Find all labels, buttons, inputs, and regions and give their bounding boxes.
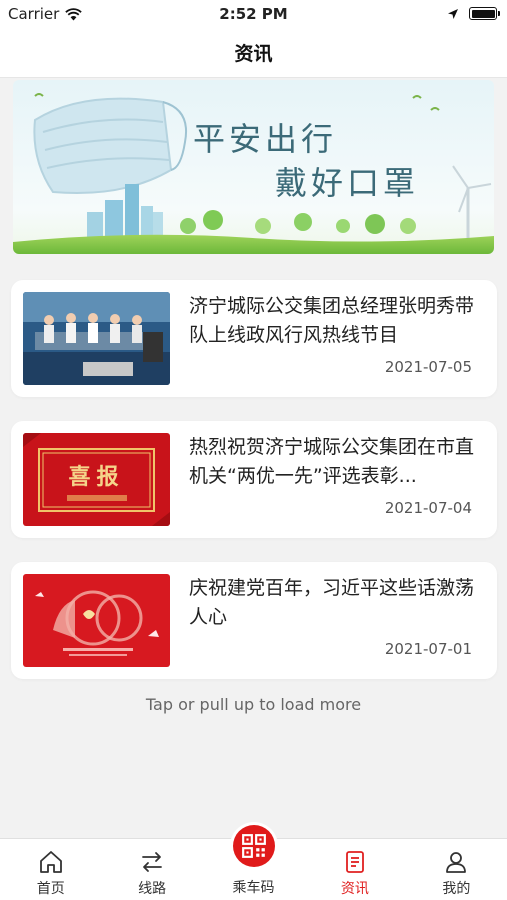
- news-title: 济宁城际公交集团总经理张明秀带队上线政风行风热线节目: [189, 295, 475, 346]
- tab-home[interactable]: 首页: [0, 839, 101, 900]
- clock: 2:52 PM: [219, 5, 288, 23]
- tab-label: 线路: [138, 881, 167, 897]
- load-more-hint[interactable]: Tap or pull up to load more: [0, 695, 507, 714]
- tab-profile[interactable]: 我的: [406, 839, 507, 900]
- news-card[interactable]: 济宁城际公交集团总经理张明秀带队上线政风行风热线节目 2021-07-05: [11, 280, 497, 397]
- news-card[interactable]: 庆祝建党百年，习近平这些话激荡人心 2021-07-01: [11, 562, 497, 679]
- qr-code-icon: [241, 834, 266, 858]
- tab-label: 首页: [36, 881, 65, 897]
- home-icon: [39, 851, 62, 873]
- news-thumbnail: [23, 292, 170, 385]
- tab-label: 资讯: [340, 881, 369, 897]
- news-title: 庆祝建党百年，习近平这些话激荡人心: [189, 577, 475, 628]
- news-card[interactable]: 喜报 热烈祝贺济宁城际公交集团在市直机关“两优一先”评选表彰... 2021-0…: [11, 421, 497, 538]
- tab-news[interactable]: 资讯: [304, 839, 405, 900]
- tab-label: 我的: [442, 881, 471, 897]
- tab-bar: 首页 线路 乘车码 资讯 我的: [0, 825, 507, 900]
- xibao-text: 喜报: [68, 464, 125, 490]
- qr-code-button[interactable]: [232, 825, 275, 867]
- tab-label: 乘车码: [232, 880, 275, 896]
- news-thumbnail: [23, 574, 170, 667]
- news-thumbnail: 喜报: [23, 433, 170, 526]
- route-icon: [142, 852, 163, 872]
- user-icon: [446, 852, 467, 873]
- news-icon: [346, 851, 364, 873]
- location-arrow-icon: [448, 8, 458, 19]
- status-bar: Carrier 2:52 PM: [0, 0, 507, 28]
- navigation-bar: 资讯: [0, 28, 507, 78]
- news-title: 热烈祝贺济宁城际公交集团在市直机关“两优一先”评选表彰...: [189, 436, 475, 487]
- page-title: 资讯: [234, 43, 273, 65]
- party-100-poster-image: [23, 574, 170, 667]
- news-date: 2021-07-01: [384, 640, 472, 658]
- studio-photo-image: [23, 292, 170, 385]
- news-date: 2021-07-04: [384, 499, 472, 517]
- news-date: 2021-07-05: [384, 358, 472, 376]
- tab-routes[interactable]: 线路: [101, 839, 202, 900]
- battery-icon: [469, 7, 500, 20]
- banner-illustration: [13, 80, 494, 254]
- tab-ride-code[interactable]: 乘车码: [203, 825, 304, 900]
- banner-headline-1: 平安出行: [193, 120, 338, 158]
- mask-campaign-banner[interactable]: 平安出行 戴好口罩: [13, 80, 494, 254]
- banner-headline-2: 戴好口罩: [275, 164, 420, 202]
